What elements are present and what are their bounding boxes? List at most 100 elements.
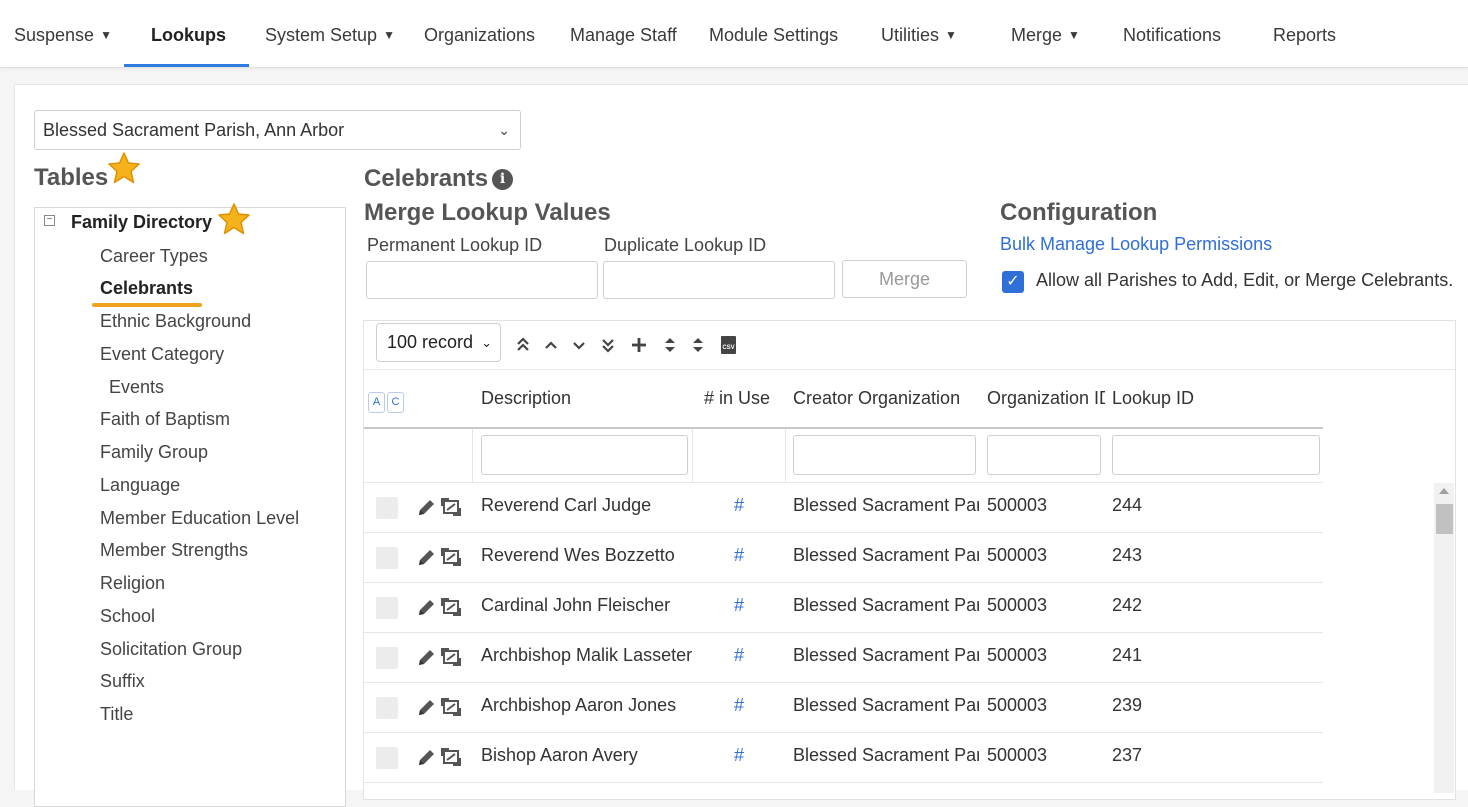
pencil-icon[interactable] xyxy=(416,646,436,668)
filter-description-input[interactable] xyxy=(481,435,688,475)
col-header-creator-organization[interactable]: Creator Organization xyxy=(793,388,960,409)
open-record-icon[interactable] xyxy=(441,647,461,667)
tree-item-celebrants[interactable]: Celebrants xyxy=(100,278,193,299)
open-record-icon[interactable] xyxy=(441,597,461,617)
add-row-icon[interactable] xyxy=(629,335,649,355)
nav-item-notifications[interactable]: Notifications xyxy=(1123,0,1221,68)
nav-item-system-setup[interactable]: System Setup ▼ xyxy=(265,0,395,68)
open-record-icon[interactable] xyxy=(441,547,461,567)
tree-item-title[interactable]: Title xyxy=(100,704,133,725)
parish-select-value: Blessed Sacrament Parish, Ann Arbor xyxy=(43,120,345,140)
cell-organization-id: 500003 xyxy=(987,495,1048,515)
tree-item-faith-of-baptism[interactable]: Faith of Baptism xyxy=(100,409,230,430)
nav-item-label: Merge xyxy=(1011,25,1063,45)
configuration-heading: Configuration xyxy=(1000,199,1158,226)
tree-item-member-education-level[interactable]: Member Education Level xyxy=(100,508,299,529)
bulk-manage-permissions-link[interactable]: Bulk Manage Lookup Permissions xyxy=(1000,234,1272,255)
tree-item-member-strengths[interactable]: Member Strengths xyxy=(100,540,248,561)
open-record-icon[interactable] xyxy=(441,497,461,517)
tree-root-family-directory[interactable]: Family Directory xyxy=(71,212,212,233)
col-header-description[interactable]: Description xyxy=(481,388,571,409)
previous-page-icon[interactable] xyxy=(541,335,561,355)
cell-in-use-link[interactable]: # xyxy=(734,745,744,766)
cell-in-use-link[interactable]: # xyxy=(734,695,744,716)
column-divider xyxy=(692,429,693,482)
csv-export-icon[interactable]: CSV xyxy=(721,336,736,354)
row-select-box[interactable] xyxy=(376,547,398,569)
scrollbar-thumb[interactable] xyxy=(1436,504,1453,534)
cell-creator-organization: Blessed Sacrament Parish, Ann Arbor xyxy=(793,645,979,665)
row-select-box[interactable] xyxy=(376,747,398,769)
column-divider xyxy=(785,429,786,482)
permanent-lookup-id-label: Permanent Lookup ID xyxy=(367,235,543,255)
nav-item-reports[interactable]: Reports xyxy=(1273,0,1336,68)
chevron-down-icon: ⌄ xyxy=(481,335,492,350)
filter-lookup-id-input[interactable] xyxy=(1112,435,1320,475)
table-row: Bishop Aaron Avery # Blessed Sacrament P… xyxy=(364,733,1323,783)
tree-item-events[interactable]: Events xyxy=(109,377,164,398)
allow-all-parishes-checkbox[interactable]: ✓ xyxy=(1002,271,1024,293)
row-select-box[interactable] xyxy=(376,647,398,669)
permanent-lookup-id-input[interactable] xyxy=(366,261,598,299)
cell-in-use-link[interactable]: # xyxy=(734,645,744,666)
parish-select[interactable]: Blessed Sacrament Parish, Ann Arbor ⌄ xyxy=(34,110,521,150)
pencil-icon[interactable] xyxy=(416,546,436,568)
col-header-in-use[interactable]: # in Use xyxy=(704,388,770,409)
open-record-icon[interactable] xyxy=(441,747,461,767)
nav-item-merge[interactable]: Merge ▼ xyxy=(1011,0,1080,68)
nav-item-lookups[interactable]: Lookups xyxy=(151,0,226,68)
nav-item-utilities[interactable]: Utilities ▼ xyxy=(881,0,957,68)
tree-item-ethnic-background[interactable]: Ethnic Background xyxy=(100,311,251,332)
page-size-select[interactable]: 100 record ⌄ xyxy=(376,323,501,362)
cell-organization-id: 500003 xyxy=(987,695,1048,715)
cell-organization-id: 500003 xyxy=(987,545,1048,565)
tree-item-career-types[interactable]: Career Types xyxy=(100,246,208,267)
sort-alpha-button[interactable]: A xyxy=(368,392,385,413)
scroll-up-arrow-icon[interactable] xyxy=(1439,488,1449,494)
last-page-icon[interactable] xyxy=(598,335,618,355)
tree-item-religion[interactable]: Religion xyxy=(100,573,165,594)
nav-item-organizations[interactable]: Organizations xyxy=(424,0,535,68)
nav-item-label: Module Settings xyxy=(709,25,839,45)
tree-item-family-group[interactable]: Family Group xyxy=(100,442,208,463)
cell-in-use-link[interactable]: # xyxy=(734,495,744,516)
tree-item-language[interactable]: Language xyxy=(100,475,180,496)
row-select-box[interactable] xyxy=(376,597,398,619)
filter-creator-organization-input[interactable] xyxy=(793,435,976,475)
cell-in-use-link[interactable]: # xyxy=(734,595,744,616)
tree-item-suffix[interactable]: Suffix xyxy=(100,671,145,692)
nav-item-suspense[interactable]: Suspense ▼ xyxy=(14,0,112,68)
cell-lookup-id: 242 xyxy=(1112,595,1143,615)
info-icon[interactable]: i xyxy=(492,169,513,190)
duplicate-lookup-id-input[interactable] xyxy=(603,261,835,299)
collapse-toggle-icon[interactable]: − xyxy=(44,215,55,226)
column-divider xyxy=(472,429,473,482)
col-header-lookup-id[interactable]: Lookup ID xyxy=(1112,388,1194,409)
nav-item-manage-staff[interactable]: Manage Staff xyxy=(570,0,677,68)
tree-item-school[interactable]: School xyxy=(100,606,155,627)
caret-down-icon: ▼ xyxy=(383,28,395,42)
next-page-icon[interactable] xyxy=(569,335,589,355)
tree-item-solicitation-group[interactable]: Solicitation Group xyxy=(100,639,242,660)
first-page-icon[interactable] xyxy=(513,335,533,355)
pencil-icon[interactable] xyxy=(416,596,436,618)
pencil-icon[interactable] xyxy=(416,496,436,518)
nav-item-label: Reports xyxy=(1273,25,1337,45)
collapse-rows-icon[interactable] xyxy=(688,335,708,355)
row-select-box[interactable] xyxy=(376,497,398,519)
chevron-down-icon: ⌄ xyxy=(498,122,510,138)
cell-in-use-link[interactable]: # xyxy=(734,545,744,566)
tree-item-event-category[interactable]: Event Category xyxy=(100,344,224,365)
nav-item-module-settings[interactable]: Module Settings xyxy=(709,0,838,68)
cell-lookup-id: 237 xyxy=(1112,745,1143,765)
expand-rows-icon[interactable] xyxy=(660,335,680,355)
sort-custom-button[interactable]: C xyxy=(387,392,404,413)
col-header-organization-id[interactable]: Organization ID xyxy=(987,388,1105,409)
row-select-box[interactable] xyxy=(376,697,398,719)
merge-heading: Merge Lookup Values xyxy=(364,199,611,226)
open-record-icon[interactable] xyxy=(441,697,461,717)
pencil-icon[interactable] xyxy=(416,746,436,768)
filter-organization-id-input[interactable] xyxy=(987,435,1101,475)
pencil-icon[interactable] xyxy=(416,696,436,718)
merge-button[interactable]: Merge xyxy=(842,260,967,298)
